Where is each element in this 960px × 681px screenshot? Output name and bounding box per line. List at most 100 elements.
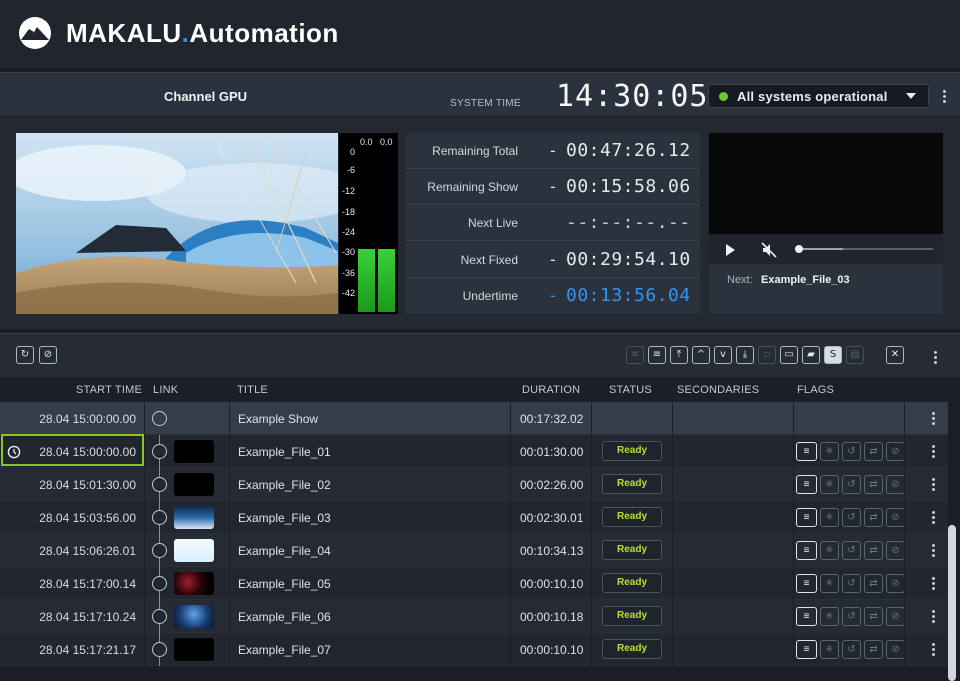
delete-icon[interactable]: ✕ xyxy=(886,346,904,364)
playlist-flag-icon[interactable]: ≡ xyxy=(796,607,817,626)
timer-row: Next Live --:--:--.-- xyxy=(406,205,700,242)
loop-flag-icon[interactable]: ↺ xyxy=(842,541,861,560)
mute-icon[interactable] xyxy=(761,242,777,258)
script-icon[interactable]: S xyxy=(824,346,842,364)
col-link[interactable]: LINK xyxy=(153,384,178,396)
link-node[interactable] xyxy=(152,642,167,657)
link-node[interactable] xyxy=(152,609,167,624)
swap-flag-icon[interactable]: ⇄ xyxy=(864,541,883,560)
loop-flag-icon[interactable]: ↺ xyxy=(842,442,861,461)
timer-off-icon[interactable]: ⊘ xyxy=(39,346,57,364)
playlist-flag-icon[interactable]: ≡ xyxy=(796,475,817,494)
hide-flag-icon[interactable]: ⊘ xyxy=(886,607,905,626)
hide-flag-icon[interactable]: ⊘ xyxy=(886,640,905,659)
swap-flag-icon[interactable]: ⇄ xyxy=(864,508,883,527)
swap-flag-icon[interactable]: ⇄ xyxy=(864,640,883,659)
row-more-icon[interactable] xyxy=(927,409,939,427)
move-down-icon[interactable]: v xyxy=(714,346,732,364)
row-more-icon[interactable] xyxy=(927,607,939,625)
hide-flag-icon[interactable]: ⊘ xyxy=(886,574,905,593)
playlist-flag-icon[interactable]: ≡ xyxy=(796,442,817,461)
timers-panel: Remaining Total -00:47:26.12 Remaining Sho… xyxy=(406,133,700,314)
move-up-icon[interactable]: ^ xyxy=(692,346,710,364)
table-row[interactable]: 28.04 15:17:00.14 Example_File_05 00:00:10… xyxy=(0,567,948,600)
system-status-dropdown[interactable]: All systems operational xyxy=(708,84,929,108)
list-icon[interactable]: ≡ xyxy=(648,346,666,364)
loop-flag-icon[interactable]: ↺ xyxy=(842,574,861,593)
show-row[interactable]: 28.04 15:00:00.00 Example Show 00:17:32.… xyxy=(0,402,948,435)
star-flag-icon[interactable]: ✳ xyxy=(820,442,839,461)
playlist-flag-icon[interactable]: ≡ xyxy=(796,541,817,560)
start-time: 28.04 15:17:21.17 xyxy=(39,643,136,657)
header-more-icon[interactable] xyxy=(938,87,950,105)
link-node[interactable] xyxy=(152,444,167,459)
hide-flag-icon[interactable]: ⊘ xyxy=(886,442,905,461)
table-scrollbar[interactable] xyxy=(948,525,956,681)
refresh-icon[interactable]: ↻ xyxy=(16,346,34,364)
move-bottom-icon[interactable]: ⤓ xyxy=(736,346,754,364)
row-more-icon[interactable] xyxy=(927,541,939,559)
seek-bar[interactable] xyxy=(799,248,933,250)
timer-sign: - xyxy=(548,285,558,305)
row-more-icon[interactable] xyxy=(927,640,939,658)
loop-flag-icon[interactable]: ↺ xyxy=(842,607,861,626)
playlist-flag-icon[interactable]: ≡ xyxy=(796,640,817,659)
star-flag-icon[interactable]: ✳ xyxy=(820,607,839,626)
loop-flag-icon[interactable]: ↺ xyxy=(842,640,861,659)
list-disabled-icon[interactable]: ≡ xyxy=(626,346,644,364)
playlist-flag-icon[interactable]: ≡ xyxy=(796,574,817,593)
hide-flag-icon[interactable]: ⊘ xyxy=(886,475,905,494)
swap-flag-icon[interactable]: ⇄ xyxy=(864,607,883,626)
star-flag-icon[interactable]: ✳ xyxy=(820,541,839,560)
graphics-icon[interactable]: ▰ xyxy=(802,346,820,364)
table-row[interactable]: 28.04 15:01:30.00 Example_File_02 00:02:26… xyxy=(0,468,948,501)
row-more-icon[interactable] xyxy=(927,475,939,493)
star-flag-icon[interactable]: ✳ xyxy=(820,640,839,659)
col-status[interactable]: STATUS xyxy=(609,384,652,396)
link-node[interactable] xyxy=(152,543,167,558)
timer-value: 00:13:56.04 xyxy=(566,284,691,306)
player-screen xyxy=(709,133,943,234)
duration: 00:17:32.02 xyxy=(520,412,584,426)
star-flag-icon[interactable]: ✳ xyxy=(820,475,839,494)
col-title[interactable]: TITLE xyxy=(237,384,268,396)
table-row[interactable]: 28.04 15:06:26.01 Example_File_04 00:10:34… xyxy=(0,534,948,567)
row-more-icon[interactable] xyxy=(927,442,939,460)
play-icon[interactable] xyxy=(726,244,735,256)
col-secondaries[interactable]: SECONDARIES xyxy=(677,384,759,396)
swap-flag-icon[interactable]: ⇄ xyxy=(864,574,883,593)
row-more-icon[interactable] xyxy=(927,508,939,526)
link-node[interactable] xyxy=(152,477,167,492)
collapse-chevron-icon[interactable] xyxy=(152,411,167,426)
timer-label: Next Fixed xyxy=(460,252,518,267)
swap-flag-icon[interactable]: ⇄ xyxy=(864,475,883,494)
hide-flag-icon[interactable]: ⊘ xyxy=(886,508,905,527)
table-row[interactable]: 28.04 15:17:10.24 Example_File_06 00:00:10… xyxy=(0,600,948,633)
hide-flag-icon[interactable]: ⊘ xyxy=(886,541,905,560)
seek-handle[interactable] xyxy=(795,245,803,253)
col-duration[interactable]: DURATION xyxy=(522,384,580,396)
link-node[interactable] xyxy=(152,510,167,525)
table-row[interactable]: 28.04 15:17:21.17 Example_File_07 00:00:10… xyxy=(0,633,948,666)
star-flag-icon[interactable]: ✳ xyxy=(820,508,839,527)
col-flags[interactable]: FLAGS xyxy=(797,384,834,396)
star-flag-icon[interactable]: ✳ xyxy=(820,574,839,593)
col-start-time[interactable]: START TIME xyxy=(76,384,142,396)
timer-row: Remaining Show -00:15:58.06 xyxy=(406,169,700,206)
clip-title: Example_File_04 xyxy=(238,544,331,558)
card-icon[interactable]: ▭ xyxy=(780,346,798,364)
playlist-flag-icon[interactable]: ≡ xyxy=(796,508,817,527)
preview-image xyxy=(16,133,338,314)
toolbar-more-icon[interactable] xyxy=(929,348,941,366)
link-node[interactable] xyxy=(152,576,167,591)
move-top-icon[interactable]: ⤒ xyxy=(670,346,688,364)
note-disabled-icon[interactable]: ▤ xyxy=(846,346,864,364)
loop-flag-icon[interactable]: ↺ xyxy=(842,508,861,527)
swap-flag-icon[interactable]: ⇄ xyxy=(864,442,883,461)
row-more-icon[interactable] xyxy=(927,574,939,592)
next-label: Next: xyxy=(727,274,753,286)
table-row[interactable]: 28.04 15:03:56.00 Example_File_03 00:02:30… xyxy=(0,501,948,534)
loop-flag-icon[interactable]: ↺ xyxy=(842,475,861,494)
program-preview xyxy=(16,133,338,314)
lock-icon[interactable]: ▫ xyxy=(758,346,776,364)
